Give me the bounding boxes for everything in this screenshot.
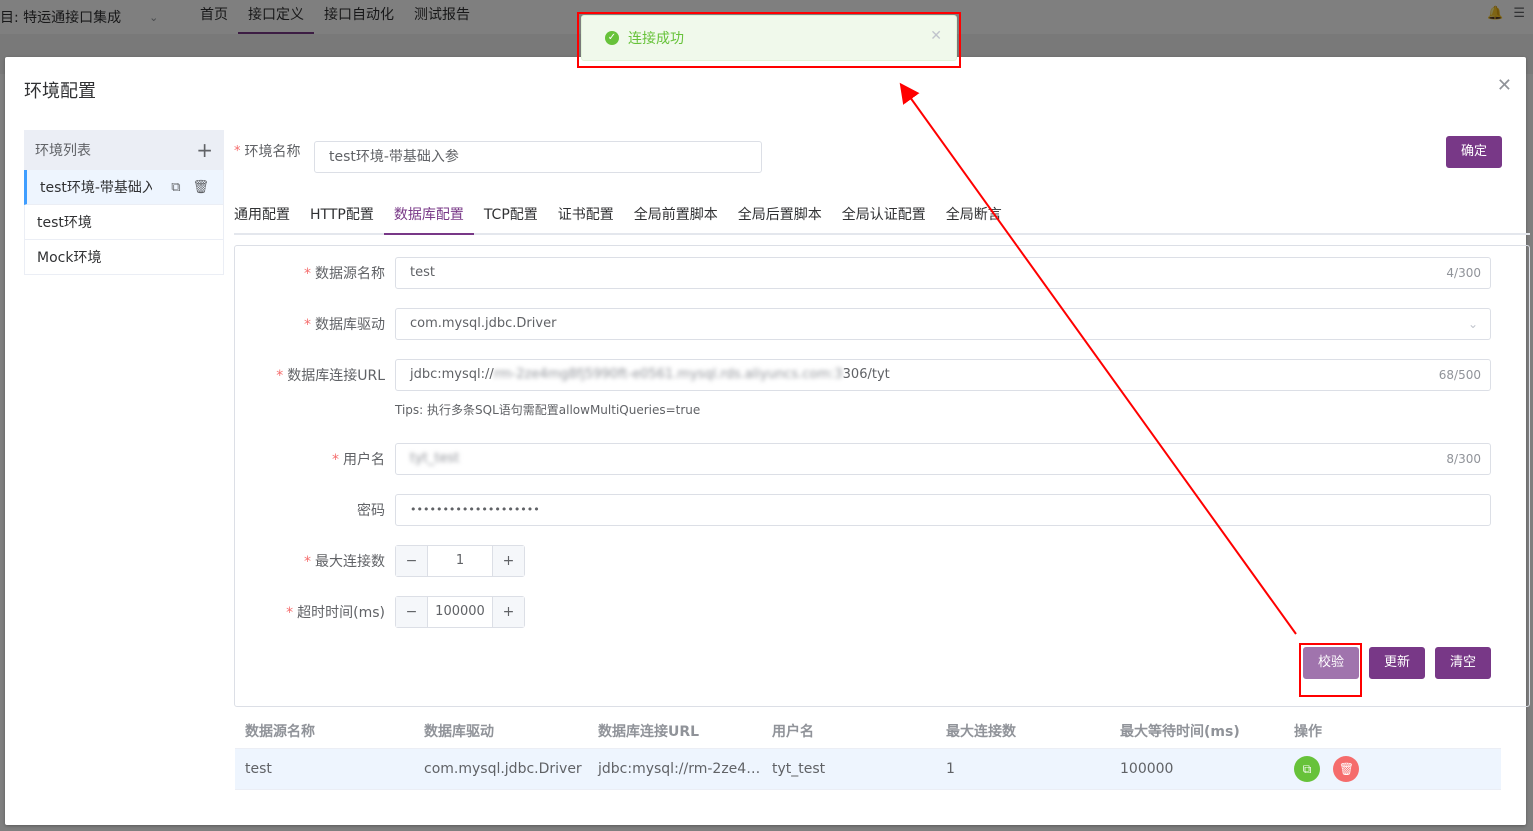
annotation-arrow (899, 82, 1297, 635)
